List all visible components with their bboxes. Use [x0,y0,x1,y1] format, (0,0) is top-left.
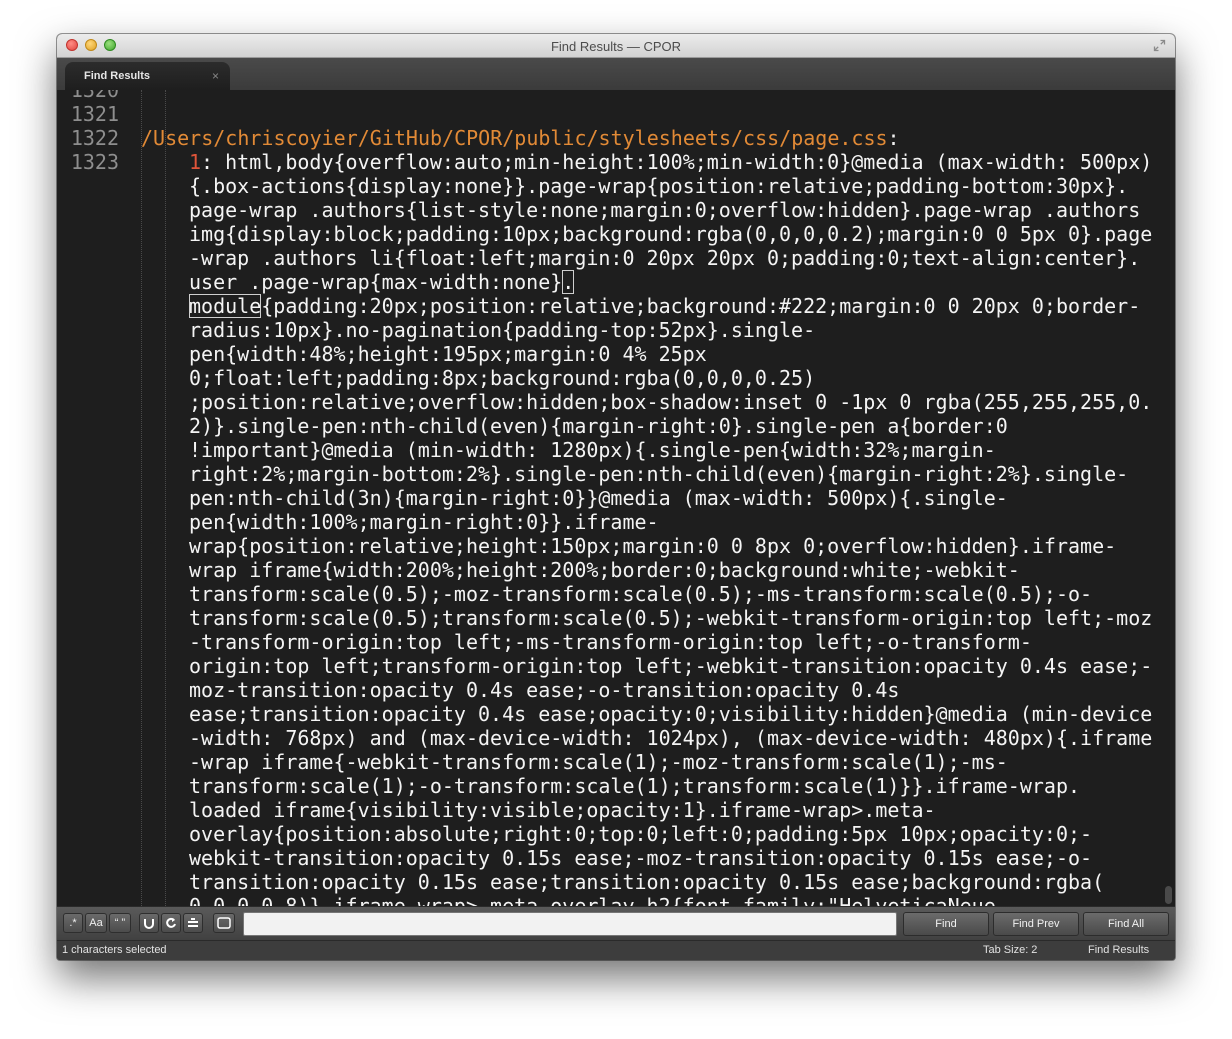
vertical-scrollbar[interactable] [1165,886,1172,904]
code-line: 0;float:left;padding:8px;background:rgba… [189,366,816,390]
code-line: moz-transition:opacity 0.4s ease;-o-tran… [189,678,900,702]
highlight-toggle[interactable] [183,913,203,933]
code-line: right:2%;margin-bottom:2%}.single-pen:nt… [189,462,1129,486]
code-line: 1: html,body{overflow:auto;min-height:10… [189,150,1153,174]
code-line: 0,0,0,0.8)}.iframe-wrap>.meta-overlay h2… [189,894,1008,906]
indent-guide [165,90,166,906]
match-line-number[interactable]: 1 [189,150,201,174]
code-line: -transform-origin:top left;-ms-transform… [189,630,1032,654]
code-line: -wrap iframe{-webkit-transform:scale(1);… [189,750,1008,774]
code-line: wrap iframe{width:200%;height:200%;borde… [189,558,1020,582]
file-path-text: /Users/chriscoyier/GitHub/CPOR/public/st… [141,126,888,150]
selection-status: 1 characters selected [62,944,167,956]
code-line: loaded iframe{visibility:visible;opacity… [189,798,936,822]
code-line: pen:nth-child(3n){margin-right:0}}@media… [189,486,1008,510]
find-input[interactable] [243,912,897,936]
file-path-suffix: : [887,126,900,150]
indent-guide [141,90,142,906]
editor-area[interactable]: 1320 1321 1322 1323 /Users/chriscoyier/G… [57,90,1175,906]
code-line: overlay{position:absolute;right:0;top:0;… [189,822,1093,846]
wrap-toggle[interactable] [161,913,181,933]
line-number: 1320 [70,90,119,102]
code-line: page-wrap .authors{list-style:none;margi… [189,198,1141,222]
tab-bar: Find Results × [57,58,1175,90]
code-line: wrap{position:relative;height:150px;marg… [189,534,1117,558]
show-panel-toggle[interactable] [213,913,235,933]
match-highlight: module [189,294,262,318]
line-number: 1322 [70,126,119,150]
code-line: module{padding:20px;position:relative;ba… [189,294,1141,318]
line-gutter: 1320 1321 1322 1323 [57,90,127,906]
tab-size-status[interactable]: Tab Size: 2 [983,944,1037,956]
code-line: {.box-actions{display:none}}.page-wrap{p… [189,174,1129,198]
syntax-status[interactable]: Find Results [1088,944,1149,956]
in-selection-toggle[interactable] [139,913,159,933]
highlight-icon [188,918,198,927]
code-line: pen{width:100%;margin-right:0}}.iframe- [189,510,659,534]
editor-window: Find Results — CPOR Find Results × 1320 … [57,34,1175,960]
line-number: 1323 [70,150,119,174]
code-line: ease;transition:opacity 0.4s ease;opacit… [189,702,1153,726]
line-number: 1321 [70,102,119,126]
toggle-panel-icon [217,917,231,929]
in-selection-icon [144,919,154,929]
result-file-path[interactable]: /Users/chriscoyier/GitHub/CPOR/public/st… [141,126,900,150]
result-code[interactable]: 1: html,body{overflow:auto;min-height:10… [189,150,1159,906]
status-bar: 1 characters selected Tab Size: 2 Find R… [57,940,1175,960]
code-line: !important}@media (min-width: 1280px){.s… [189,438,996,462]
code-line: transform:scale(1);-o-transform:scale(1)… [189,774,1081,798]
window-title: Find Results — CPOR [550,39,682,54]
tab-close-icon[interactable]: × [212,69,219,83]
wrap-icon [166,917,176,928]
code-line: img{display:block;padding:10px;backgroun… [189,222,1153,246]
tab-find-results[interactable]: Find Results × [65,62,230,90]
code-line: ;position:relative;overflow:hidden;box-s… [189,390,1153,414]
code-line: radius:10px}.no-pagination{padding-top:5… [189,318,816,342]
find-panel: .* Aa “ ” Find Find Prev Find All [57,906,1175,940]
code-line: transform:scale(0.5);transform:scale(0.5… [189,606,1153,630]
code-line: origin:top left;transform-origin:top lef… [189,654,1153,678]
title-bar: Find Results — CPOR [57,34,1175,58]
fullscreen-icon[interactable] [1153,39,1166,52]
find-button[interactable]: Find [903,912,989,936]
code-line: user .page-wrap{max-width:none}. [189,270,575,294]
code-line: -wrap .authors li{float:left;margin:0 20… [189,246,1141,270]
find-all-button[interactable]: Find All [1083,912,1169,936]
regex-toggle[interactable]: .* [63,913,83,933]
whole-word-toggle[interactable]: “ ” [109,913,131,933]
code-line: transition:opacity 0.15s ease;transition… [189,870,1105,894]
find-prev-button[interactable]: Find Prev [993,912,1079,936]
code-line: -width: 768px) and (max-device-width: 10… [189,726,1153,750]
code-line: webkit-transition:opacity 0.15s ease;-mo… [189,846,1093,870]
tab-label: Find Results [84,70,151,82]
code-line: pen{width:48%;height:195px;margin:0 4% 2… [189,342,707,366]
case-sensitive-toggle[interactable]: Aa [85,913,107,933]
selection-highlight: . [562,270,575,294]
code-line: 2)}.single-pen:nth-child(even){margin-ri… [189,414,1008,438]
code-line: transform:scale(0.5);-moz-transform:scal… [189,582,1093,606]
